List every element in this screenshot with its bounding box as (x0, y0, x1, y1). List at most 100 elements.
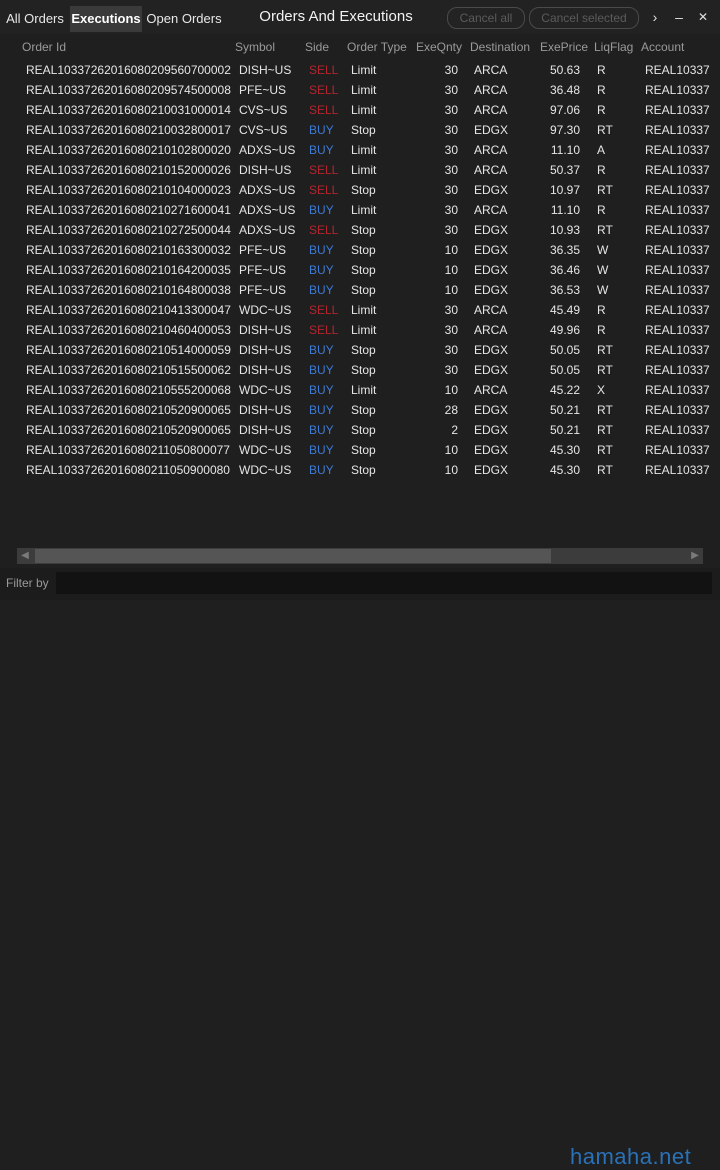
table-row[interactable]: REAL10337262016080210520900065 DISH~US BUY… (0, 420, 720, 440)
table-row[interactable]: REAL10337262016080210164800038 PFE~US BUY S… (0, 280, 720, 300)
exe-qnty-cell: 2 (451, 423, 458, 437)
col-side-header[interactable]: Side (305, 40, 329, 54)
tab-all-orders[interactable]: All Orders (2, 6, 68, 32)
account-cell: REAL10337 (645, 183, 710, 197)
exe-qnty-cell: 30 (444, 63, 458, 77)
liq-flag-cell: W (597, 243, 609, 257)
cancel-all-button[interactable]: Cancel all (447, 7, 525, 29)
table-row[interactable]: REAL10337262016080210031000014 CVS~US SELL… (0, 100, 720, 120)
destination-cell: ARCA (474, 163, 508, 177)
destination-cell: ARCA (474, 323, 508, 337)
col-liq-flag-header[interactable]: LiqFlag (594, 40, 633, 54)
col-exe-qnty-header[interactable]: ExeQnty (416, 40, 462, 54)
table-row[interactable]: REAL10337262016080209574500008 PFE~US SELL… (0, 80, 720, 100)
scroll-left-icon[interactable]: ◀ (17, 548, 33, 564)
side-cell: SELL (309, 183, 339, 197)
table-row[interactable]: REAL10337262016080210032800017 CVS~US BUY S… (0, 120, 720, 140)
col-account-header[interactable]: Account (641, 40, 684, 54)
order-id-cell: REAL10337262016080210152000026 (26, 163, 231, 177)
order-type-cell: Stop (351, 283, 376, 297)
side-cell: SELL (309, 103, 339, 117)
table-row[interactable]: REAL10337262016080210515500062 DISH~US BUY… (0, 360, 720, 380)
symbol-cell: DISH~US (239, 323, 292, 337)
table-row[interactable]: REAL10337262016080210520900065 DISH~US BUY… (0, 400, 720, 420)
col-symbol-header[interactable]: Symbol (235, 40, 275, 54)
account-cell: REAL10337 (645, 423, 710, 437)
liq-flag-cell: R (597, 203, 606, 217)
table-row[interactable]: REAL10337262016080210460400053 DISH~US SEL… (0, 320, 720, 340)
col-exe-price-header[interactable]: ExePrice (540, 40, 588, 54)
table-row[interactable]: REAL10337262016080210272500044 ADXS~US SEL… (0, 220, 720, 240)
account-cell: REAL10337 (645, 383, 710, 397)
account-cell: REAL10337 (645, 303, 710, 317)
account-cell: REAL10337 (645, 143, 710, 157)
liq-flag-cell: R (597, 83, 606, 97)
exe-qnty-cell: 30 (444, 343, 458, 357)
table-row[interactable]: REAL10337262016080210104000023 ADXS~US SEL… (0, 180, 720, 200)
account-cell: REAL10337 (645, 463, 710, 477)
minimize-icon[interactable]: ‒ (670, 8, 688, 26)
order-type-cell: Stop (351, 243, 376, 257)
side-cell: BUY (309, 403, 334, 417)
destination-cell: ARCA (474, 383, 508, 397)
col-destination-header[interactable]: Destination (470, 40, 530, 54)
destination-cell: EDGX (474, 183, 509, 197)
exe-price-cell: 50.21 (549, 423, 580, 437)
scrollbar-thumb[interactable] (35, 549, 551, 563)
order-id-cell: REAL10337262016080210460400053 (26, 323, 231, 337)
order-type-cell: Stop (351, 123, 376, 137)
liq-flag-cell: R (597, 303, 606, 317)
symbol-cell: ADXS~US (239, 203, 296, 217)
table-row[interactable]: REAL10337262016080210152000026 DISH~US SEL… (0, 160, 720, 180)
liq-flag-cell: R (597, 103, 606, 117)
exe-price-cell: 49.96 (549, 323, 580, 337)
exe-qnty-cell: 30 (444, 183, 458, 197)
liq-flag-cell: X (597, 383, 606, 397)
table-row[interactable]: REAL10337262016080211050800077 WDC~US BUY S… (0, 440, 720, 460)
filter-input[interactable] (56, 572, 712, 594)
table-row[interactable]: REAL10337262016080210514000059 DISH~US BUY… (0, 340, 720, 360)
table-row[interactable]: REAL10337262016080210555200068 WDC~US BUY L… (0, 380, 720, 400)
order-type-cell: Limit (351, 143, 377, 157)
account-cell: REAL10337 (645, 123, 710, 137)
side-cell: BUY (309, 463, 334, 477)
table-row[interactable]: REAL10337262016080210102800020 ADXS~US BUY… (0, 140, 720, 160)
table-row[interactable]: REAL10337262016080211050900080 WDC~US BUY S… (0, 460, 720, 480)
table-row[interactable]: REAL10337262016080210163300032 PFE~US BUY S… (0, 240, 720, 260)
order-type-cell: Stop (351, 463, 376, 477)
account-cell: REAL10337 (645, 363, 710, 377)
symbol-cell: CVS~US (239, 123, 288, 137)
horizontal-scrollbar[interactable]: ◀ ▶ (17, 548, 703, 564)
exe-qnty-cell: 10 (444, 443, 458, 457)
account-cell: REAL10337 (645, 103, 710, 117)
side-cell: BUY (309, 423, 334, 437)
exe-qnty-cell: 30 (444, 103, 458, 117)
destination-cell: ARCA (474, 83, 508, 97)
tab-open-orders[interactable]: Open Orders (144, 6, 224, 32)
order-id-cell: REAL10337262016080210032800017 (26, 123, 231, 137)
exe-price-cell: 97.06 (549, 103, 580, 117)
exe-price-cell: 45.30 (549, 463, 580, 477)
chevron-right-icon[interactable]: › (646, 8, 664, 26)
table-row[interactable]: REAL10337262016080210164200035 PFE~US BUY S… (0, 260, 720, 280)
scroll-right-icon[interactable]: ▶ (687, 548, 703, 564)
destination-cell: EDGX (474, 243, 509, 257)
side-cell: SELL (309, 223, 339, 237)
side-cell: BUY (309, 203, 334, 217)
order-id-cell: REAL10337262016080210164200035 (26, 263, 231, 277)
col-order-type-header[interactable]: Order Type (347, 40, 407, 54)
table-row[interactable]: REAL10337262016080210413300047 WDC~US SELL… (0, 300, 720, 320)
table-row[interactable]: REAL10337262016080210271600041 ADXS~US BUY… (0, 200, 720, 220)
cancel-selected-button[interactable]: Cancel selected (529, 7, 639, 29)
close-icon[interactable]: ✕ (694, 8, 712, 26)
side-cell: BUY (309, 263, 334, 277)
liq-flag-cell: R (597, 163, 606, 177)
tab-executions[interactable]: Executions (70, 6, 142, 32)
exe-price-cell: 36.53 (549, 283, 580, 297)
destination-cell: ARCA (474, 63, 508, 77)
table-row[interactable]: REAL10337262016080209560700002 DISH~US SEL… (0, 60, 720, 80)
watermark: hamaha.net (570, 1144, 692, 1169)
symbol-cell: ADXS~US (239, 143, 296, 157)
symbol-cell: DISH~US (239, 363, 292, 377)
col-order-id-header[interactable]: Order Id (22, 40, 66, 54)
